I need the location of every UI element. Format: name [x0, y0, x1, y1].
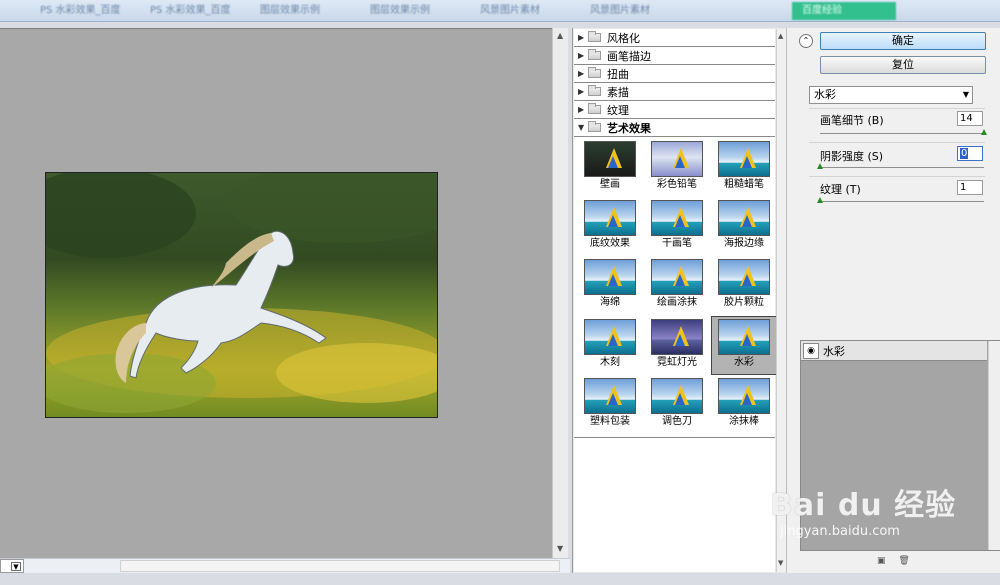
folder-icon — [588, 31, 601, 42]
chevron-down-icon: ▼ — [11, 562, 21, 571]
filter-thumb-film-grain[interactable]: 胶片颗粒 — [712, 257, 776, 314]
scroll-down-icon[interactable]: ▼ — [778, 559, 783, 567]
category-brush-strokes[interactable]: ▶ 画笔描边 — [574, 47, 775, 65]
thumbnail-image — [651, 200, 703, 237]
thumbnail-image — [584, 318, 636, 355]
texture-slider-thumb[interactable] — [817, 197, 823, 203]
brush-detail-input[interactable]: 14 — [957, 111, 983, 126]
filter-preview-canvas[interactable] — [0, 28, 552, 558]
brush-detail-slider-thumb[interactable] — [981, 129, 987, 135]
reset-button[interactable]: 复位 — [820, 56, 986, 74]
category-artistic[interactable]: ▼ 艺术效果 — [574, 119, 775, 137]
category-distort[interactable]: ▶ 扭曲 — [574, 65, 775, 83]
browser-tab[interactable]: PS 水彩效果_百度 — [30, 2, 134, 20]
filter-thumb-dry-brush[interactable]: 干画笔 — [645, 198, 709, 255]
preview-vertical-scrollbar[interactable]: ▲ ▼ — [552, 28, 568, 558]
new-effect-layer-icon[interactable]: ▣ — [877, 556, 886, 566]
filter-thumb-sponge[interactable]: 海绵 — [578, 257, 642, 314]
filter-thumb-neon-glow[interactable]: 霓虹灯光 — [645, 317, 709, 374]
thumbnail-image — [651, 141, 703, 177]
folder-open-icon — [588, 121, 601, 132]
browser-tab[interactable]: PS 水彩效果_百度 — [140, 2, 244, 20]
shadow-intensity-slider-thumb[interactable] — [817, 163, 823, 169]
layer-footer: ▣ 🗑 — [877, 556, 920, 566]
thumbnail-image — [718, 318, 770, 355]
expand-triangle-icon[interactable]: ▶ — [578, 33, 588, 42]
scroll-up-icon[interactable]: ▲ — [557, 31, 563, 40]
browser-tab-active[interactable]: 百度经验 — [792, 2, 896, 20]
horse-watercolor-image — [46, 173, 437, 417]
shadow-intensity-input[interactable]: 0 — [957, 146, 983, 161]
expand-triangle-icon[interactable]: ▶ — [578, 69, 588, 78]
texture-input[interactable]: 1 — [957, 180, 983, 195]
filter-select-dropdown[interactable]: 水彩 ▼ — [809, 86, 973, 104]
filter-thumbnails: 壁画 彩色铅笔 粗糙蜡笔 底纹效果 干画笔 海报边缘 海绵 绘画涂抹 胶片颗粒 … — [574, 137, 777, 438]
texture-label: 纹理 (T) — [820, 183, 861, 196]
preview-bottom-bar: ▼ — [0, 558, 570, 573]
filter-thumb-colored-pencil[interactable]: 彩色铅笔 — [645, 139, 709, 196]
texture-slider[interactable] — [820, 201, 984, 202]
browser-tab[interactable]: 风景图片素材 — [470, 2, 574, 20]
thumbnail-image — [651, 259, 703, 296]
expand-triangle-icon[interactable]: ▶ — [578, 105, 588, 114]
browser-tab[interactable]: 图层效果示例 — [250, 2, 354, 20]
baidu-jingyan-watermark: Bai du 经验 jingyan.baidu.com — [770, 488, 957, 539]
filter-thumb-cutout[interactable]: 木刻 — [578, 317, 642, 374]
divider — [809, 176, 985, 177]
ok-button[interactable]: 确定 — [820, 32, 986, 50]
collapse-gallery-icon[interactable]: ⌃ — [799, 34, 813, 48]
folder-icon — [588, 85, 601, 96]
filter-thumb-fresco[interactable]: 壁画 — [578, 139, 642, 196]
filter-thumb-palette-knife[interactable]: 调色刀 — [645, 376, 709, 433]
filter-thumb-smudge-stick[interactable]: 涂抹棒 — [712, 376, 776, 433]
thumbnail-image — [584, 200, 636, 237]
collapse-triangle-icon[interactable]: ▼ — [578, 123, 588, 132]
folder-icon — [588, 103, 601, 114]
thumbnail-image — [718, 377, 770, 414]
layers-scrollbar[interactable] — [988, 341, 1000, 550]
filter-thumb-plastic-wrap[interactable]: 塑料包装 — [578, 376, 642, 433]
filter-thumb-underpainting[interactable]: 底纹效果 — [578, 198, 642, 255]
thumbnail-image — [718, 200, 770, 237]
divider — [809, 142, 985, 143]
thumbnail-image — [584, 259, 636, 296]
chevron-down-icon: ▼ — [962, 90, 969, 99]
filter-thumb-rough-pastels[interactable]: 粗糙蜡笔 — [712, 139, 776, 196]
category-sketch[interactable]: ▶ 素描 — [574, 83, 775, 101]
category-stylize[interactable]: ▶ 风格化 — [574, 29, 775, 47]
preview-image — [45, 172, 438, 418]
thumbnail-image — [718, 141, 770, 177]
expand-triangle-icon[interactable]: ▶ — [578, 87, 588, 96]
thumbnail-image — [584, 141, 636, 177]
preview-horizontal-scrollbar[interactable] — [120, 560, 560, 572]
category-texture[interactable]: ▶ 纹理 — [574, 101, 775, 119]
shadow-intensity-label: 阴影强度 (S) — [820, 150, 884, 163]
brush-detail-label: 画笔细节 (B) — [820, 114, 884, 127]
delete-layer-icon[interactable]: 🗑 — [898, 556, 909, 566]
filter-thumb-paint-daubs[interactable]: 绘画涂抹 — [645, 257, 709, 314]
effect-layer-row[interactable]: ◉ 水彩 — [801, 341, 987, 361]
thumbnail-image — [584, 377, 636, 414]
zoom-dropdown[interactable]: ▼ — [0, 559, 24, 573]
folder-icon — [588, 49, 601, 60]
filter-thumb-poster-edges[interactable]: 海报边缘 — [712, 198, 776, 255]
thumbnail-image — [651, 377, 703, 414]
effect-layer-label: 水彩 — [823, 344, 845, 358]
expand-triangle-icon[interactable]: ▶ — [578, 51, 588, 60]
eye-icon[interactable]: ◉ — [803, 342, 819, 359]
browser-tab[interactable]: 图层效果示例 — [360, 2, 464, 20]
divider — [809, 108, 985, 109]
filter-select-value: 水彩 — [814, 88, 836, 101]
brush-detail-slider[interactable] — [820, 133, 984, 134]
thumbnail-image — [718, 259, 770, 296]
browser-tab-strip: PS 水彩效果_百度 PS 水彩效果_百度 图层效果示例 图层效果示例 风景图片… — [0, 0, 1000, 22]
scroll-up-icon[interactable]: ▲ — [778, 32, 783, 40]
folder-icon — [588, 67, 601, 78]
browser-tab[interactable]: 风景图片素材 — [580, 2, 684, 20]
filter-gallery: ▶ 风格化 ▶ 画笔描边 ▶ 扭曲 ▶ 素描 ▶ 纹理 ▼ 艺术效果 壁画 彩色… — [572, 28, 786, 573]
shadow-intensity-slider[interactable] — [820, 167, 984, 168]
filter-thumb-watercolor[interactable]: 水彩 — [711, 315, 777, 375]
thumbnail-image — [651, 318, 703, 355]
scroll-down-icon[interactable]: ▼ — [557, 544, 563, 553]
